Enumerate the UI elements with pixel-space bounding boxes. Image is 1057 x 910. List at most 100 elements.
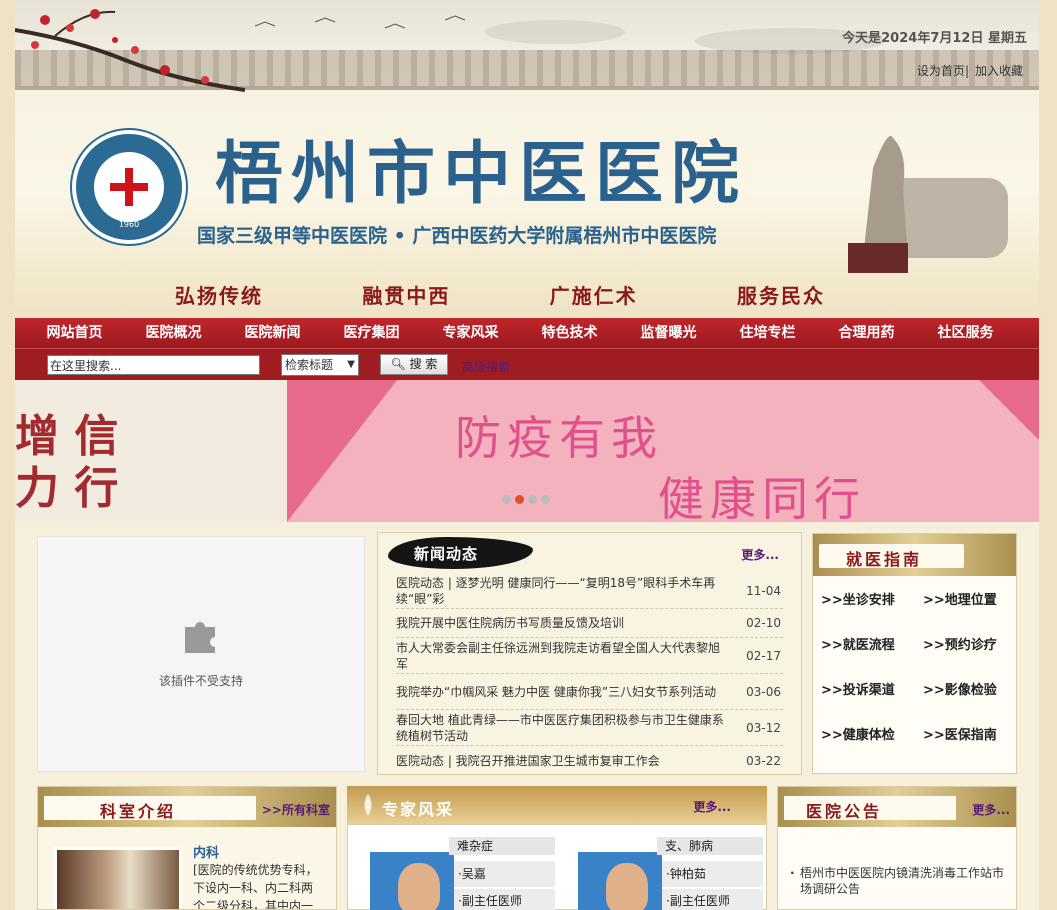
news-item-title[interactable]: 春回大地 植此青绿——市中医医疗集团积极参与市卫生健康系统植树节活动 bbox=[396, 711, 726, 745]
slider-dots bbox=[502, 495, 550, 504]
experts-header: 专家风采 更多... bbox=[347, 786, 767, 824]
puzzle-piece-icon bbox=[185, 622, 215, 653]
news-item-title[interactable]: 市人大常委会副主任徐远洲到我院走访看望全国人大代表黎旭军 bbox=[396, 639, 726, 673]
banner-decor bbox=[979, 380, 1039, 440]
slider-dot-active[interactable] bbox=[515, 495, 524, 504]
news-header: 新闻动态 更多... bbox=[378, 533, 801, 571]
logo-year: 1960 bbox=[118, 220, 140, 229]
nav-item-medication[interactable]: 合理用药 bbox=[817, 318, 916, 348]
guide-link-appointment[interactable]: >>预约诊疗 bbox=[923, 637, 1011, 655]
news-item[interactable]: 市人大常委会副主任徐远洲到我院走访看望全国人大代表黎旭军 02-17 bbox=[396, 638, 783, 674]
notice-item[interactable]: 梧州市中医医院内镜清洗消毒工作站市场调研公告 bbox=[790, 865, 1008, 897]
departments-title: 科室介绍 bbox=[100, 802, 177, 821]
slider-dot[interactable] bbox=[541, 495, 550, 504]
nav-item-overview[interactable]: 医院概况 bbox=[124, 318, 223, 348]
department-photo[interactable] bbox=[54, 847, 182, 909]
expert-photo[interactable] bbox=[370, 837, 454, 910]
expert-name[interactable]: ·钟柏茹 bbox=[662, 861, 763, 887]
news-list: 医院动态 | 逐梦光明 健康同行——“复明18号”眼科手术车再续“眼”彩 11-… bbox=[396, 573, 783, 775]
news-item[interactable]: 医院动态 | 我院召开推进国家卫生城市复审工作会 03-22 bbox=[396, 746, 783, 775]
guide-link-schedule[interactable]: >>坐诊安排 bbox=[821, 592, 923, 610]
slider-dot[interactable] bbox=[502, 495, 511, 504]
news-more-link[interactable]: 更多... bbox=[741, 546, 779, 563]
guide-link-process[interactable]: >>就医流程 bbox=[821, 637, 923, 655]
nav-item-training[interactable]: 住培专栏 bbox=[718, 318, 817, 348]
news-item-date: 03-06 bbox=[746, 684, 781, 699]
expert-specialty: 支、肺病 bbox=[657, 837, 763, 855]
banner-slider[interactable]: 增 信 力 行 防疫有我 健康同行 bbox=[15, 380, 1039, 522]
experts-more-link[interactable]: 更多... bbox=[693, 798, 731, 815]
expert-name[interactable]: ·吴嘉 bbox=[454, 861, 555, 887]
search-input[interactable] bbox=[47, 355, 260, 375]
news-panel: 新闻动态 更多... 医院动态 | 逐梦光明 健康同行——“复明18号”眼科手术… bbox=[377, 532, 802, 775]
guide-link-insurance[interactable]: >>医保指南 bbox=[923, 727, 1011, 745]
news-item[interactable]: 我院开展中医住院病历书写质量反馈及培训 02-10 bbox=[396, 609, 783, 638]
all-departments-link[interactable]: >>所有科室 bbox=[262, 801, 330, 818]
expert-specialty: 难杂症 bbox=[449, 837, 555, 855]
nav-item-community[interactable]: 社区服务 bbox=[916, 318, 1015, 348]
notice-more-link[interactable]: 更多... bbox=[972, 801, 1010, 818]
news-item-date: 03-12 bbox=[746, 720, 781, 735]
nav-item-techniques[interactable]: 特色技术 bbox=[520, 318, 619, 348]
guide-link-checkup[interactable]: >>健康体检 bbox=[821, 727, 923, 745]
slider-dot[interactable] bbox=[528, 495, 537, 504]
nav-item-news[interactable]: 医院新闻 bbox=[223, 318, 322, 348]
department-name[interactable]: 内科 bbox=[193, 842, 219, 861]
nav-item-home[interactable]: 网站首页 bbox=[25, 318, 124, 348]
guide-link-imaging[interactable]: >>影像检验 bbox=[923, 682, 1011, 700]
logo-cross-icon bbox=[94, 152, 164, 222]
experts-panel: 专家风采 更多... 难杂症 ·吴嘉 ·副主任医师 支、肺病 ·钟柏茹 ·副主任… bbox=[347, 786, 767, 910]
news-item-title[interactable]: 医院动态 | 逐梦光明 健康同行——“复明18号”眼科手术车再续“眼”彩 bbox=[396, 574, 726, 608]
departments-header: 科室介绍 >>所有科室 bbox=[38, 787, 336, 827]
news-item-title[interactable]: 医院动态 | 我院召开推进国家卫生城市复审工作会 bbox=[396, 752, 726, 770]
add-favorite-link[interactable]: 加入收藏 bbox=[975, 64, 1023, 78]
slogan: 弘扬传统 bbox=[175, 284, 263, 308]
news-item[interactable]: 春回大地 植此青绿——市中医医疗集团积极参与市卫生健康系统植树节活动 03-12 bbox=[396, 710, 783, 746]
banner-left-line2: 力 行 bbox=[15, 463, 119, 514]
statue-image bbox=[848, 136, 1008, 273]
top-links: 设为首页| 加入收藏 bbox=[916, 64, 1023, 78]
search-icon: 🔍︎ bbox=[390, 357, 406, 371]
banner-left-panel: 增 信 力 行 bbox=[15, 380, 287, 522]
experts-title: 专家风采 bbox=[382, 800, 455, 819]
main-nav: 网站首页 医院概况 医院新闻 医疗集团 专家风采 特色技术 监督曝光 住培专栏 … bbox=[15, 318, 1039, 348]
nav-item-experts[interactable]: 专家风采 bbox=[421, 318, 520, 348]
guide-title: 就医指南 bbox=[846, 550, 923, 569]
search-type-value: 检索标题 bbox=[285, 358, 334, 372]
nav-item-supervision[interactable]: 监督曝光 bbox=[619, 318, 718, 348]
news-item-date: 11-04 bbox=[746, 583, 781, 598]
news-item-title[interactable]: 我院举办“巾帼风采 魅力中医 健康你我”三八妇女节系列活动 bbox=[396, 683, 726, 701]
news-item[interactable]: 医院动态 | 逐梦光明 健康同行——“复明18号”眼科手术车再续“眼”彩 11-… bbox=[396, 573, 783, 609]
guide-header: 就医指南 bbox=[813, 534, 1016, 576]
nav-item-group[interactable]: 医疗集团 bbox=[322, 318, 421, 348]
banner-decor bbox=[287, 380, 397, 522]
banner-line1: 防疫有我 bbox=[455, 411, 663, 465]
chevron-down-icon: ▼ bbox=[347, 359, 355, 370]
plum-blossom-branch bbox=[15, 9, 245, 92]
plugin-placeholder: 该插件不受支持 bbox=[37, 536, 365, 772]
advanced-search-link[interactable]: 高级搜索 bbox=[462, 358, 510, 375]
set-homepage-link[interactable]: 设为首页 bbox=[917, 64, 965, 78]
date-text: 今天是2024年7月12日 星期五 bbox=[842, 31, 1027, 46]
department-description: [医院的传统优势专科，下设内一科、内二科两个二级分科，其中内一 bbox=[193, 863, 318, 910]
expert-card[interactable]: 难杂症 ·吴嘉 ·副主任医师 bbox=[362, 837, 555, 910]
news-item-title[interactable]: 我院开展中医住院病历书写质量反馈及培训 bbox=[396, 614, 726, 632]
cloud bbox=[485, 20, 625, 44]
plugin-message: 该插件不受支持 bbox=[158, 674, 243, 688]
hospital-name: 梧州市中医医院 bbox=[215, 134, 748, 214]
notice-header: 医院公告 更多... bbox=[778, 787, 1016, 827]
slogan: 服务民众 bbox=[736, 284, 825, 308]
news-item[interactable]: 我院举办“巾帼风采 魅力中医 健康你我”三八妇女节系列活动 03-06 bbox=[396, 674, 783, 710]
notice-panel: 医院公告 更多... 梧州市中医医院内镜清洗消毒工作站市场调研公告 bbox=[777, 786, 1017, 910]
notice-title: 医院公告 bbox=[806, 802, 883, 821]
search-button[interactable]: 🔍︎ 搜 索 bbox=[380, 354, 448, 375]
cranes-icon bbox=[255, 15, 466, 29]
slogan: 融贯中西 bbox=[362, 284, 451, 308]
guide-link-location[interactable]: >>地理位置 bbox=[923, 592, 1011, 610]
search-type-select[interactable]: 检索标题 ▼ bbox=[281, 354, 359, 376]
experts-list: 难杂症 ·吴嘉 ·副主任医师 支、肺病 ·钟柏茹 ·副主任医师 bbox=[347, 824, 767, 910]
departments-panel: 科室介绍 >>所有科室 内科 [医院的传统优势专科，下设内一科、内二科两个二级分… bbox=[37, 786, 337, 910]
expert-card[interactable]: 支、肺病 ·钟柏茹 ·副主任医师 bbox=[570, 837, 763, 910]
expert-photo[interactable] bbox=[578, 837, 662, 910]
guide-link-complaint[interactable]: >>投诉渠道 bbox=[821, 682, 923, 700]
